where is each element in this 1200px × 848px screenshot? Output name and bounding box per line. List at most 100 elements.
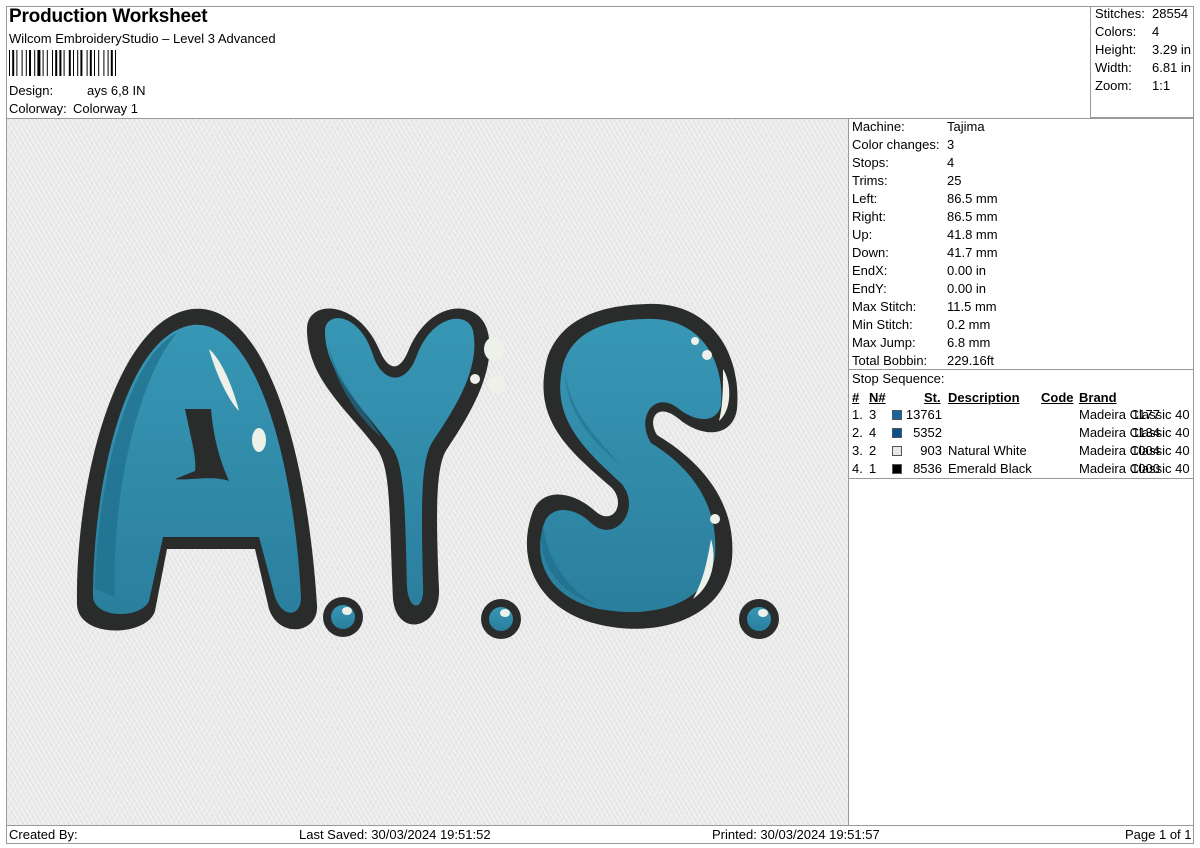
cell-st: 5352 [913, 425, 942, 440]
machine-row: Stops: 4 [852, 155, 1192, 173]
table-row: 4. 1 8536 Emerald Black 1000 Madeira Classic … [852, 461, 1192, 479]
machine-row-label: EndY: [852, 281, 887, 296]
cell-n: 2 [869, 443, 877, 458]
machine-row: Machine: Tajima [852, 119, 1192, 137]
stitches-value: 28554 [1152, 6, 1189, 21]
period-3 [739, 599, 779, 639]
machine-row-value: 4 [947, 155, 955, 170]
machine-row-label: Min Stitch: [852, 317, 913, 332]
machine-row-value: 41.7 mm [947, 245, 998, 260]
cell-n: 1 [869, 461, 877, 476]
machine-row-value: 0.00 in [947, 281, 987, 296]
design-barcode [9, 50, 116, 76]
machine-row-label: Right: [852, 209, 886, 224]
colors-value: 4 [1152, 24, 1160, 39]
stop-sequence-label: Stop Sequence: [852, 371, 945, 386]
machine-row-value: 11.5 mm [947, 299, 997, 314]
stitches-label: Stitches: [1095, 6, 1145, 21]
thread-color-swatch [892, 428, 902, 438]
cell-description: Natural White [948, 443, 1027, 458]
letter-a [76, 308, 318, 631]
table-divider [849, 478, 1194, 479]
machine-row-value: 229.16ft [947, 353, 994, 368]
width-label: Width: [1095, 60, 1132, 75]
footer-divider [6, 825, 1194, 826]
col-brand: Brand [1079, 390, 1117, 405]
cell-num: 4. [852, 461, 863, 476]
width-value: 6.81 in [1152, 60, 1192, 75]
cell-brand: Madeira Classic 40 [1079, 407, 1190, 422]
cell-n: 3 [869, 407, 877, 422]
machine-row: EndY: 0.00 in [852, 281, 1192, 299]
col-description: Description [948, 390, 1020, 405]
design-value: ays 6,8 IN [87, 83, 146, 98]
cell-num: 3. [852, 443, 863, 458]
period-2 [481, 599, 521, 639]
design-label: Design: [9, 83, 54, 98]
software-name: Wilcom EmbroideryStudio – Level 3 Advanc… [9, 31, 276, 46]
zoom-value: 1:1 [1152, 78, 1171, 93]
height-value: 3.29 in [1152, 42, 1192, 57]
machine-row-value: 6.8 mm [947, 335, 991, 350]
machine-row: Up: 41.8 mm [852, 227, 1192, 245]
machine-row: Down: 41.7 mm [852, 245, 1192, 263]
machine-row-label: Up: [852, 227, 873, 242]
embroidery-design [76, 303, 779, 639]
page-number: Page 1 of 1 [1125, 827, 1192, 842]
stop-sequence-heading: Stop Sequence: [852, 371, 1192, 389]
cell-st: 8536 [913, 461, 942, 476]
zoom-label: Zoom: [1095, 78, 1132, 93]
cell-brand: Madeira Classic 40 [1079, 443, 1190, 458]
machine-row-value: 0.2 mm [947, 317, 991, 332]
table-row: 2. 4 5352 1134 Madeira Classic 40 [852, 425, 1192, 443]
machine-row-label: Machine: [852, 119, 905, 134]
col-n: N# [869, 390, 886, 405]
preview-divider [848, 119, 849, 825]
colors-label: Colors: [1095, 24, 1137, 39]
machine-row: Max Stitch: 11.5 mm [852, 299, 1192, 317]
table-row: 1. 3 13761 1177 Madeira Classic 40 [852, 407, 1192, 425]
machine-row-label: Trims: [852, 173, 888, 188]
table-row: 3. 2 903 Natural White 1004 Madeira Classic 4… [852, 443, 1192, 461]
machine-row: Left: 86.5 mm [852, 191, 1192, 209]
machine-row-label: EndX: [852, 263, 888, 278]
letter-y [307, 308, 506, 625]
machine-row-value: 0.00 in [947, 263, 987, 278]
machine-row: Max Jump: 6.8 mm [852, 335, 1192, 353]
machine-row-label: Max Jump: [852, 335, 916, 350]
machine-row-label: Stops: [852, 155, 889, 170]
machine-row-value: 3 [947, 137, 955, 152]
col-num: # [852, 390, 860, 405]
cell-brand: Madeira Classic 40 [1079, 461, 1190, 476]
machine-row: EndX: 0.00 in [852, 263, 1192, 281]
col-st: St. [924, 390, 941, 405]
design-preview [7, 119, 848, 825]
machine-row-label: Total Bobbin: [852, 353, 928, 368]
machine-row-label: Max Stitch: [852, 299, 917, 314]
machine-row: Color changes: 3 [852, 137, 1192, 155]
machine-row: Right: 86.5 mm [852, 209, 1192, 227]
cell-st: 13761 [905, 407, 942, 422]
cell-n: 4 [869, 425, 877, 440]
cell-num: 2. [852, 425, 863, 440]
printed-date: Printed: 30/03/2024 19:51:57 [712, 827, 880, 842]
machine-row-value: 86.5 mm [947, 191, 998, 206]
machine-row-value: 25 [947, 173, 962, 188]
thread-color-swatch [892, 446, 902, 456]
period-1 [323, 597, 363, 637]
details-divider [849, 369, 1194, 370]
machine-row-value: 86.5 mm [947, 209, 998, 224]
created-by: Created By: [9, 827, 78, 842]
cell-description: Emerald Black [948, 461, 1032, 476]
letter-s [526, 303, 738, 629]
machine-row-label: Down: [852, 245, 889, 260]
last-saved: Last Saved: 30/03/2024 19:51:52 [299, 827, 491, 842]
machine-row-label: Color changes: [852, 137, 940, 152]
machine-row-value: 41.8 mm [947, 227, 998, 242]
machine-row-label: Left: [852, 191, 878, 206]
col-code: Code [1041, 390, 1074, 405]
page-title: Production Worksheet [9, 6, 208, 27]
machine-row: Min Stitch: 0.2 mm [852, 317, 1192, 335]
thread-color-swatch [892, 410, 902, 420]
cell-brand: Madeira Classic 40 [1079, 425, 1190, 440]
